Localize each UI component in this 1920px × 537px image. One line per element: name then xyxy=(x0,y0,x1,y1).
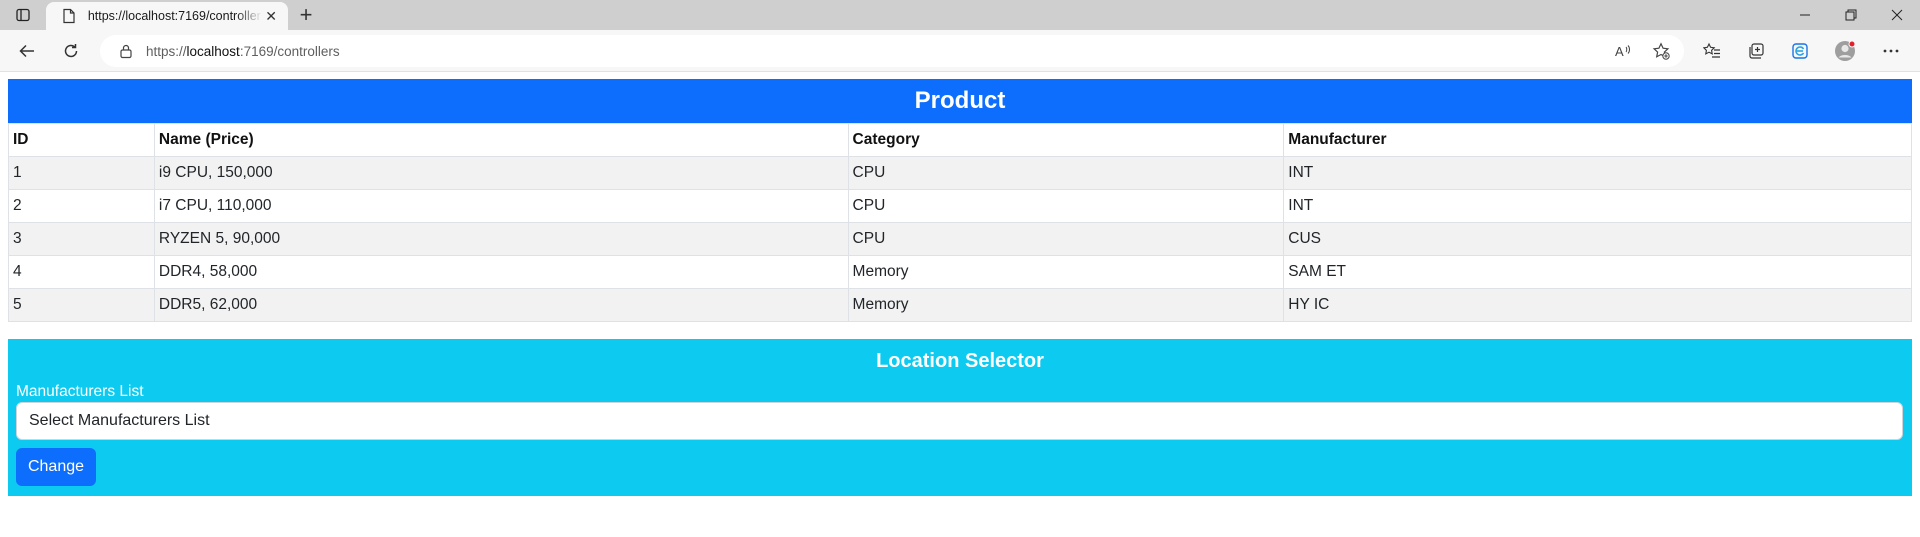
tab-actions-icon[interactable] xyxy=(8,3,38,27)
table-row: 4 DDR4, 58,000 Memory SAM ET xyxy=(8,255,1912,289)
cell-id: 1 xyxy=(8,156,155,190)
change-button[interactable]: Change xyxy=(16,448,96,486)
cell-manufacturer: CUS xyxy=(1283,222,1912,256)
table-row: 3 RYZEN 5, 90,000 CPU CUS xyxy=(8,222,1912,256)
address-bar[interactable]: https://localhost:7169/controllers A xyxy=(100,35,1684,67)
cell-id: 3 xyxy=(8,222,155,256)
cell-manufacturer: SAM ET xyxy=(1283,255,1912,289)
cell-category: CPU xyxy=(847,156,1285,190)
page-icon xyxy=(60,7,78,25)
column-header-category: Category xyxy=(847,123,1285,157)
location-selector-heading: Location Selector xyxy=(876,350,1044,372)
minimize-icon[interactable] xyxy=(1782,0,1828,30)
new-tab-icon[interactable]: + xyxy=(294,3,318,27)
back-icon[interactable] xyxy=(12,37,42,65)
tab-title: https://localhost:7169/controllers xyxy=(87,9,263,23)
more-options-icon[interactable] xyxy=(1876,37,1906,65)
url-host: localhost xyxy=(186,43,240,59)
browser-toolbar: https://localhost:7169/controllers A xyxy=(0,30,1920,72)
table-row: 5 DDR5, 62,000 Memory HY IC xyxy=(8,288,1912,322)
favorites-icon[interactable] xyxy=(1697,37,1727,65)
column-header-name-price: Name (Price) xyxy=(153,123,849,157)
restore-icon[interactable] xyxy=(1828,0,1874,30)
manufacturers-list-label: Manufacturers List xyxy=(16,383,144,400)
table-row: 1 i9 CPU, 150,000 CPU INT xyxy=(8,156,1912,190)
refresh-icon[interactable] xyxy=(56,37,86,65)
cell-category: Memory xyxy=(847,255,1285,289)
cell-manufacturer: INT xyxy=(1283,156,1912,190)
page-content: Product ID Name (Price) Category Manufac… xyxy=(8,79,1912,496)
browser-essentials-icon[interactable] xyxy=(1785,37,1815,65)
collections-icon[interactable] xyxy=(1741,37,1771,65)
browser-tab-bar: https://localhost:7169/controllers ✕ + xyxy=(0,0,1920,30)
cell-name-price: RYZEN 5, 90,000 xyxy=(153,222,849,256)
cell-id: 2 xyxy=(8,189,155,223)
lock-icon[interactable] xyxy=(118,43,134,59)
read-aloud-icon[interactable]: A xyxy=(1610,39,1636,63)
url-scheme: https:// xyxy=(146,43,187,59)
cell-id: 5 xyxy=(8,288,155,322)
product-heading: Product xyxy=(8,79,1912,123)
cell-manufacturer: INT xyxy=(1283,189,1912,223)
tab-close-icon[interactable]: ✕ xyxy=(262,7,280,25)
table-row: 2 i7 CPU, 110,000 CPU INT xyxy=(8,189,1912,223)
cell-category: Memory xyxy=(847,288,1285,322)
browser-tab[interactable]: https://localhost:7169/controllers ✕ xyxy=(46,2,288,30)
table-header-row: ID Name (Price) Category Manufacturer xyxy=(8,123,1912,157)
cell-name-price: DDR4, 58,000 xyxy=(153,255,849,289)
svg-text:A: A xyxy=(1615,44,1624,59)
url-path: :7169/controllers xyxy=(239,43,340,59)
manufacturers-select[interactable]: Select Manufacturers List xyxy=(16,402,1903,440)
column-header-id: ID xyxy=(8,123,155,157)
cell-category: CPU xyxy=(847,189,1285,223)
cell-manufacturer: HY IC xyxy=(1283,288,1912,322)
cell-id: 4 xyxy=(8,255,155,289)
column-header-manufacturer: Manufacturer xyxy=(1283,123,1912,157)
cell-name-price: i9 CPU, 150,000 xyxy=(153,156,849,190)
cell-name-price: i7 CPU, 110,000 xyxy=(153,189,849,223)
add-favorite-icon[interactable] xyxy=(1648,39,1674,63)
cell-name-price: DDR5, 62,000 xyxy=(153,288,849,322)
cell-category: CPU xyxy=(847,222,1285,256)
profile-avatar-icon[interactable] xyxy=(1830,37,1860,65)
location-selector-panel: Location Selector Manufacturers List Sel… xyxy=(8,339,1912,496)
url-text[interactable]: https://localhost:7169/controllers xyxy=(146,44,340,59)
close-window-icon[interactable] xyxy=(1874,0,1920,30)
product-table: ID Name (Price) Category Manufacturer 1 … xyxy=(8,123,1912,322)
